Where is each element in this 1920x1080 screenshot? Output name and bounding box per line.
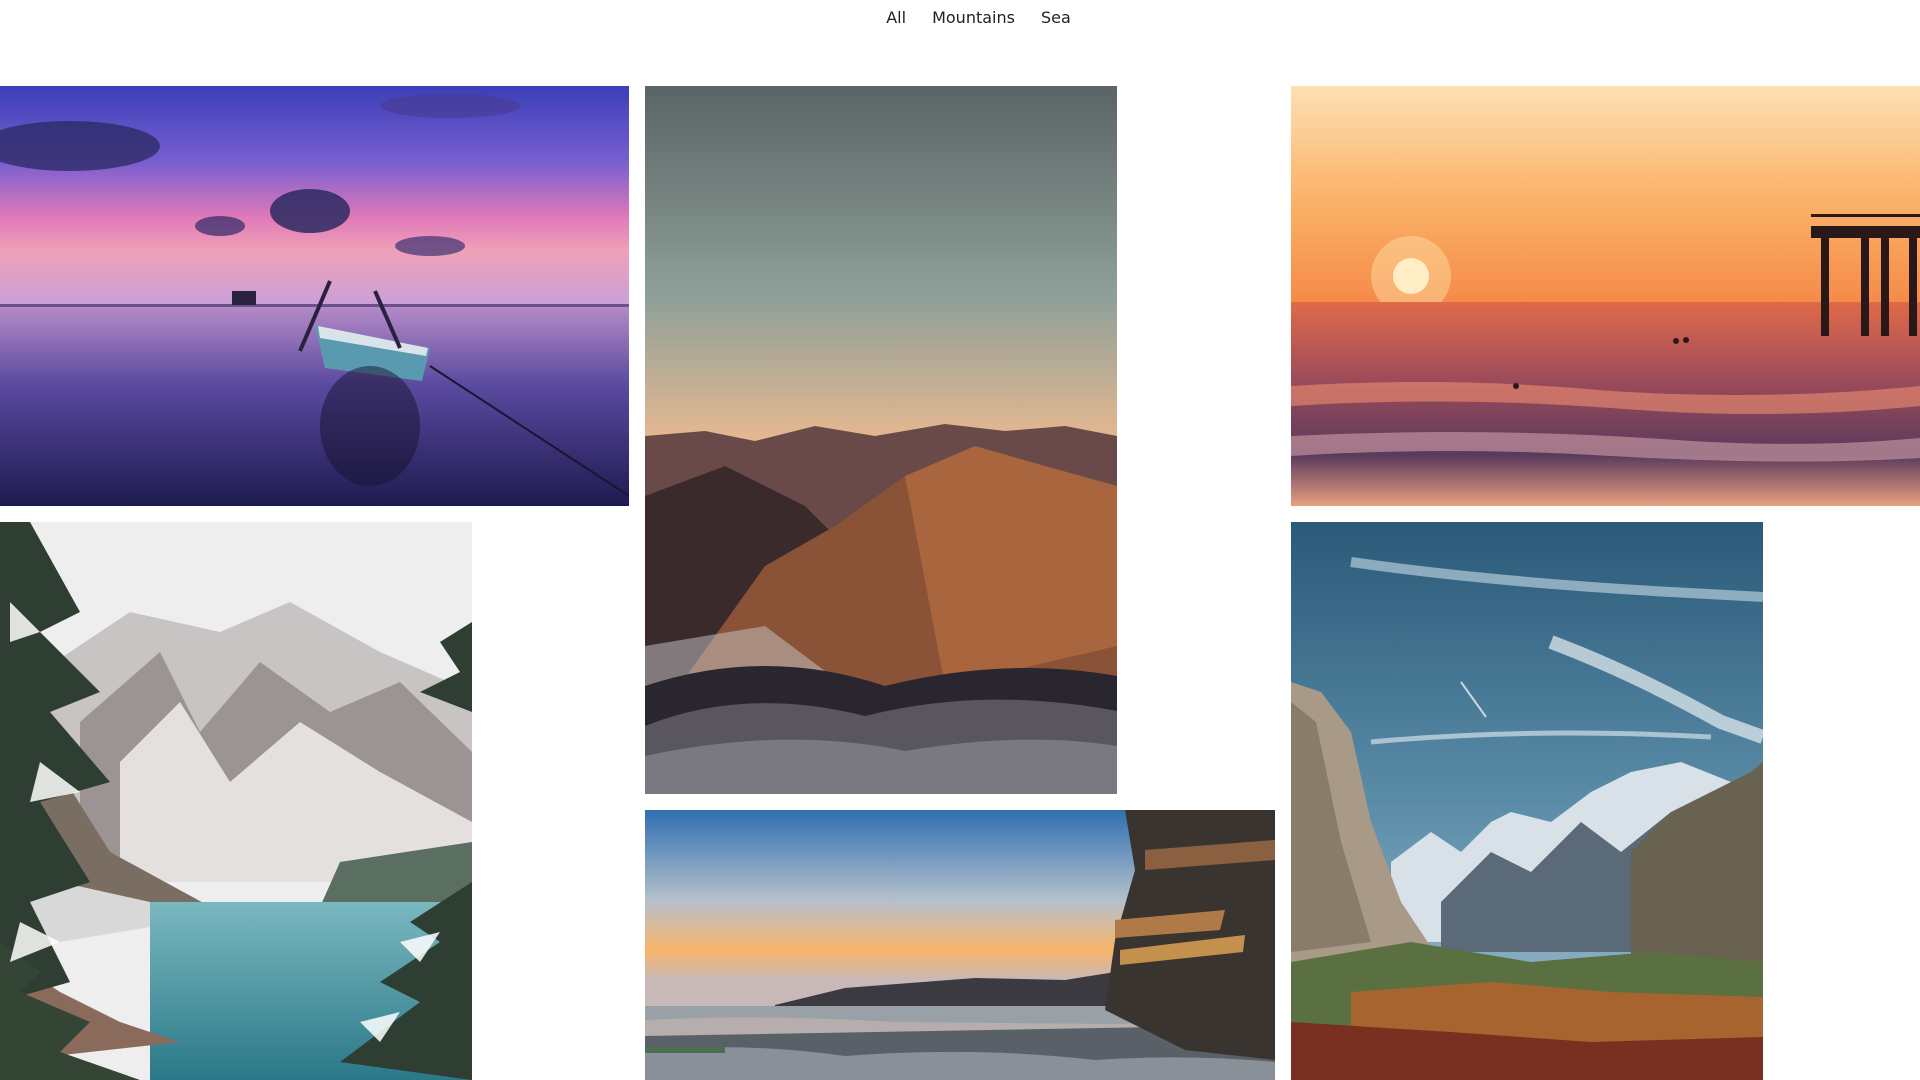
boat-sunset-image bbox=[0, 86, 629, 506]
rocky-coast-image bbox=[645, 810, 1275, 1080]
filter-mountains-button[interactable]: Mountains bbox=[932, 8, 1015, 28]
photo-valley-cliffs[interactable] bbox=[1291, 522, 1763, 1080]
valley-cliffs-image bbox=[1291, 522, 1763, 1080]
filter-sea-button[interactable]: Sea bbox=[1041, 8, 1071, 28]
photo-boat-sunset[interactable] bbox=[0, 86, 629, 506]
filter-bar: All Mountains Sea bbox=[0, 0, 1920, 36]
sunset-pier-image bbox=[1291, 86, 1920, 506]
snowy-lake-image bbox=[0, 522, 472, 1080]
filter-all-button[interactable]: All bbox=[886, 8, 906, 28]
photo-sunset-pier[interactable] bbox=[1291, 86, 1920, 506]
photo-snowy-lake[interactable] bbox=[0, 522, 472, 1080]
photo-rocky-coast[interactable] bbox=[645, 810, 1275, 1080]
photo-mountains-clouds[interactable] bbox=[645, 86, 1117, 794]
mountains-clouds-image bbox=[645, 86, 1117, 794]
